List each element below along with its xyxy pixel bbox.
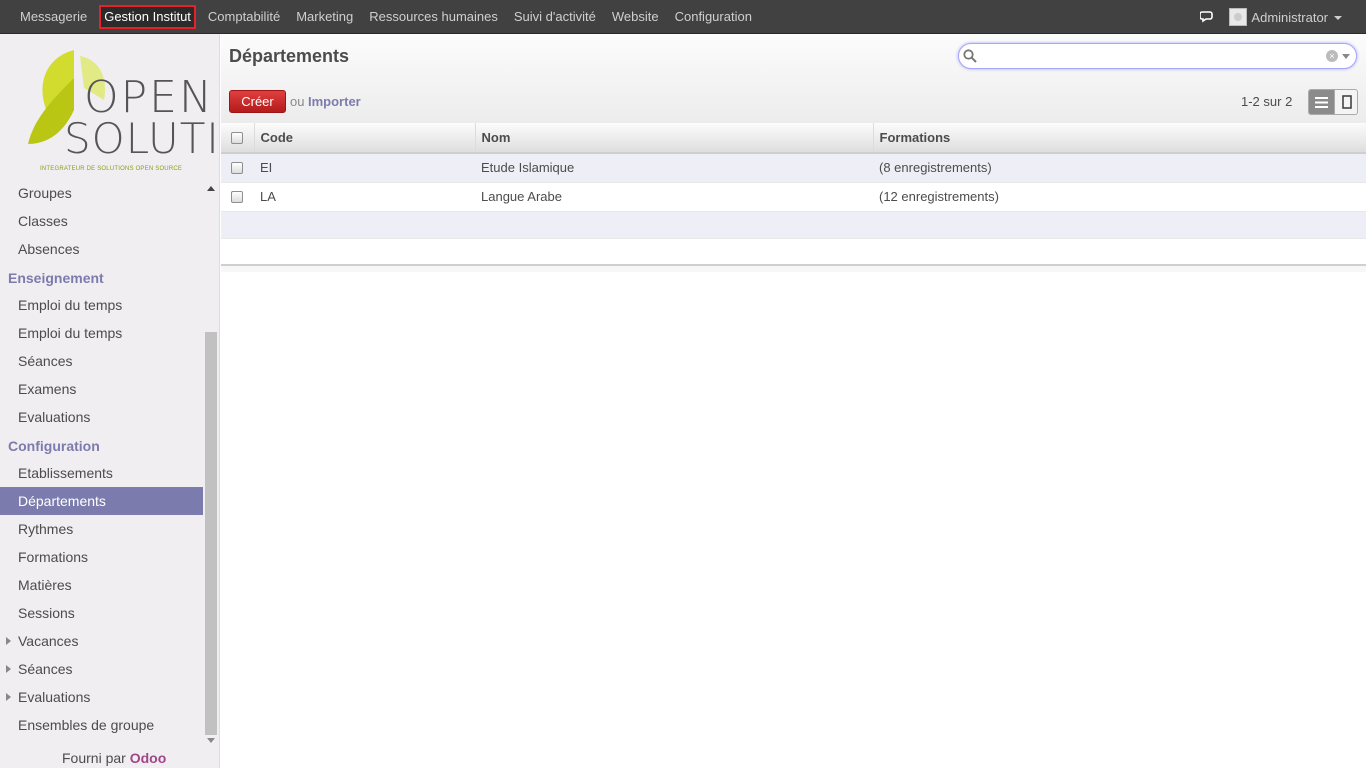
table-header-row: Code Nom Formations bbox=[221, 123, 1366, 154]
form-view-button[interactable] bbox=[1334, 90, 1357, 114]
form-icon bbox=[1341, 95, 1352, 109]
import-link[interactable]: Importer bbox=[308, 94, 361, 109]
row-select-cell bbox=[221, 153, 254, 183]
select-all-checkbox[interactable] bbox=[231, 131, 243, 144]
odoo-link[interactable]: Odoo bbox=[130, 750, 167, 766]
menu-messagerie[interactable]: Messagerie bbox=[16, 5, 91, 29]
scroll-down-icon[interactable] bbox=[207, 738, 215, 743]
pager-value[interactable]: 1-2 sur 2 bbox=[1241, 94, 1292, 109]
sidebar-scrollbar[interactable] bbox=[204, 179, 218, 747]
column-header-code[interactable]: Code bbox=[254, 123, 476, 154]
top-navbar: Messagerie Gestion Institut Comptabilité… bbox=[0, 0, 1366, 34]
user-area: Administrator bbox=[1199, 0, 1342, 34]
control-panel: Départements × Créer ou Importer 1-2 sur… bbox=[221, 34, 1366, 124]
sidebar-item-formations[interactable]: Formations bbox=[0, 543, 203, 571]
menu-ressources-humaines[interactable]: Ressources humaines bbox=[365, 5, 502, 29]
expand-arrow-icon[interactable] bbox=[6, 665, 11, 673]
table-footer bbox=[221, 264, 1366, 272]
column-header-nom[interactable]: Nom bbox=[475, 123, 874, 154]
main-menu: Messagerie Gestion Institut Comptabilité… bbox=[16, 0, 764, 34]
sidebar-header-configuration: Configuration bbox=[8, 438, 100, 454]
sidebar-item-matieres[interactable]: Matières bbox=[0, 571, 203, 599]
empty-row bbox=[221, 238, 1366, 266]
sidebar-item-classes[interactable]: Classes bbox=[0, 207, 203, 235]
sidebar-item-label: Séances bbox=[18, 661, 73, 677]
empty-cell bbox=[221, 238, 1366, 266]
list-table: Code Nom Formations EI Etude Islamique (… bbox=[221, 123, 1366, 266]
menu-suivi-activite[interactable]: Suivi d'activité bbox=[510, 5, 600, 29]
table-row[interactable]: EI Etude Islamique (8 enregistrements) bbox=[221, 153, 1366, 183]
table-row[interactable]: LA Langue Arabe (12 enregistrements) bbox=[221, 182, 1366, 212]
avatar[interactable] bbox=[1229, 8, 1248, 26]
menu-comptabilite[interactable]: Comptabilité bbox=[204, 5, 284, 29]
sidebar-item-departements[interactable]: Départements bbox=[0, 487, 203, 515]
expand-arrow-icon[interactable] bbox=[6, 637, 11, 645]
logo-line2: SOLUTIS bbox=[64, 114, 248, 163]
clear-icon[interactable]: × bbox=[1326, 50, 1338, 62]
company-logo[interactable]: OPEN SOLUTIS INTEGRATEUR DE SOLUTIONS OP… bbox=[24, 48, 246, 178]
sidebar-item-evaluations[interactable]: Evaluations bbox=[0, 403, 203, 431]
sidebar-item-sessions[interactable]: Sessions bbox=[0, 599, 203, 627]
sidebar-item-evaluations-config[interactable]: Evaluations bbox=[0, 683, 203, 711]
powered-by-label: Fourni par bbox=[62, 750, 126, 766]
expand-arrow-icon[interactable] bbox=[6, 693, 11, 701]
scrollbar-thumb[interactable] bbox=[205, 332, 217, 735]
chevron-down-icon[interactable] bbox=[1342, 54, 1350, 59]
search-box[interactable]: × bbox=[958, 43, 1357, 69]
or-label: ou bbox=[290, 94, 305, 109]
user-name[interactable]: Administrator bbox=[1251, 10, 1328, 25]
menu-marketing[interactable]: Marketing bbox=[292, 5, 357, 29]
sidebar-item-label: Evaluations bbox=[18, 689, 91, 705]
column-header-formations[interactable]: Formations bbox=[873, 123, 1366, 154]
sidebar-item-emploi-du-temps-2[interactable]: Emploi du temps bbox=[0, 319, 203, 347]
menu-website[interactable]: Website bbox=[608, 5, 663, 29]
row-select-cell bbox=[221, 182, 254, 212]
search-input[interactable] bbox=[981, 47, 1321, 65]
empty-row bbox=[221, 211, 1366, 239]
sidebar-item-vacances[interactable]: Vacances bbox=[0, 627, 203, 655]
create-button[interactable]: Créer bbox=[229, 90, 286, 113]
main-content: Départements × Créer ou Importer 1-2 sur… bbox=[221, 34, 1366, 768]
sidebar-item-ensembles-de-groupe[interactable]: Ensembles de groupe bbox=[0, 711, 203, 739]
sidebar-item-examens[interactable]: Examens bbox=[0, 375, 203, 403]
cell-formations[interactable]: (12 enregistrements) bbox=[873, 182, 1366, 212]
sidebar-header-enseignement: Enseignement bbox=[8, 270, 104, 286]
sidebar: OPEN SOLUTIS INTEGRATEUR DE SOLUTIONS OP… bbox=[0, 34, 246, 768]
empty-cell bbox=[221, 211, 1366, 239]
view-switcher bbox=[1308, 89, 1358, 115]
row-checkbox[interactable] bbox=[231, 161, 243, 174]
sidebar-item-absences[interactable]: Absences bbox=[0, 235, 203, 263]
logo-tagline: INTEGRATEUR DE SOLUTIONS OPEN SOURCE bbox=[40, 166, 183, 172]
sidebar-item-groupes[interactable]: Groupes bbox=[0, 179, 203, 207]
powered-by: Fourni par Odoo bbox=[62, 750, 166, 766]
chevron-down-icon[interactable] bbox=[1334, 16, 1342, 20]
sidebar-item-seances-config[interactable]: Séances bbox=[0, 655, 203, 683]
sidebar-item-label: Vacances bbox=[18, 633, 79, 649]
select-all-cell bbox=[221, 123, 255, 154]
row-checkbox[interactable] bbox=[231, 190, 243, 203]
menu-configuration[interactable]: Configuration bbox=[671, 5, 756, 29]
cell-nom[interactable]: Langue Arabe bbox=[475, 182, 873, 212]
sidebar-item-rythmes[interactable]: Rythmes bbox=[0, 515, 203, 543]
page-title: Départements bbox=[229, 46, 350, 66]
cell-code[interactable]: LA bbox=[254, 182, 475, 212]
search-icon bbox=[963, 49, 977, 66]
sidebar-item-etablissements[interactable]: Etablissements bbox=[0, 459, 203, 487]
cell-code[interactable]: EI bbox=[254, 153, 475, 183]
cell-formations[interactable]: (8 enregistrements) bbox=[873, 153, 1366, 183]
list-icon bbox=[1315, 96, 1328, 108]
sidebar-item-seances[interactable]: Séances bbox=[0, 347, 203, 375]
chat-icon[interactable] bbox=[1199, 9, 1215, 25]
sidebar-menu: Groupes Classes Absences Enseignement Em… bbox=[0, 179, 203, 739]
sidebar-item-emploi-du-temps[interactable]: Emploi du temps bbox=[0, 291, 203, 319]
cell-nom[interactable]: Etude Islamique bbox=[475, 153, 873, 183]
menu-gestion-institut[interactable]: Gestion Institut bbox=[99, 5, 196, 29]
scroll-up-icon[interactable] bbox=[207, 186, 215, 191]
list-view-button[interactable] bbox=[1309, 90, 1334, 114]
